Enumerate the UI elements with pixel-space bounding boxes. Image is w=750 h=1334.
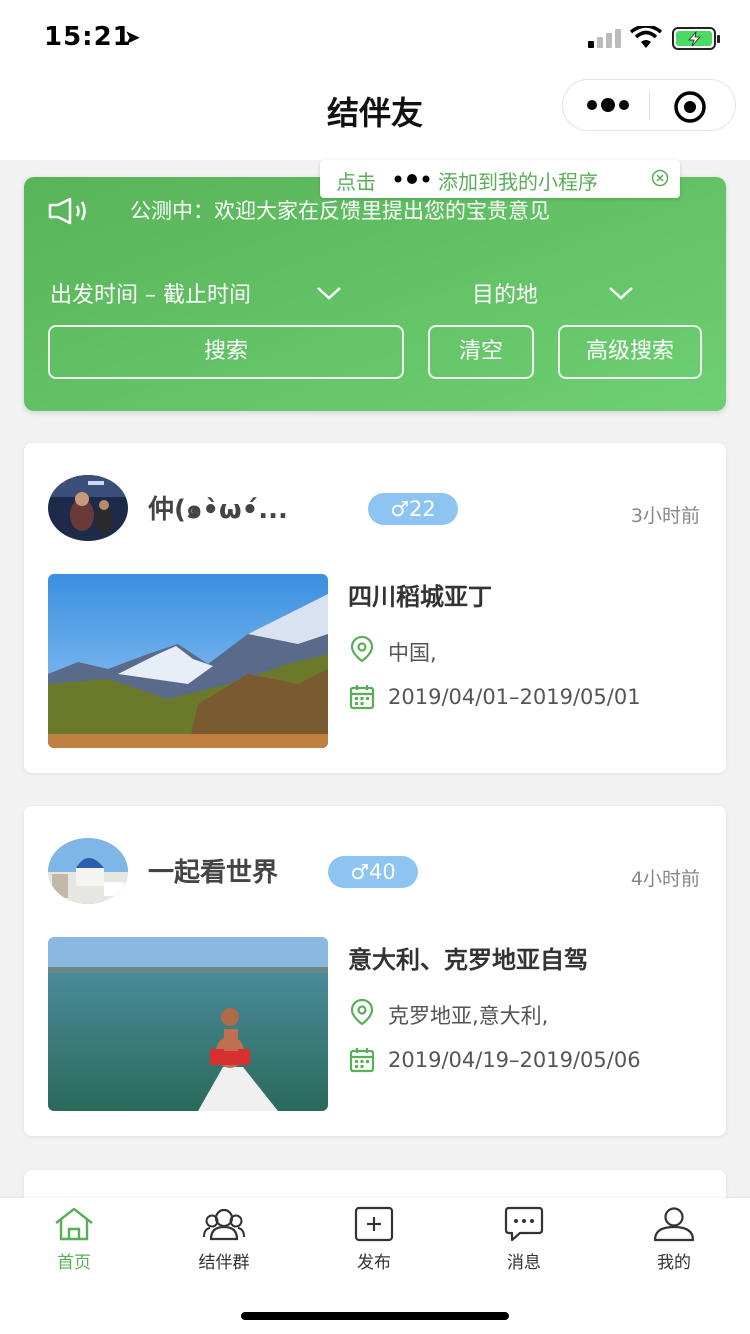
search-panel: 公测中：欢迎大家在反馈里提出您的宝贵意见 出发时间 – 截止时间 目的地 搜索 …	[24, 177, 726, 411]
publish-icon	[354, 1206, 394, 1242]
tab-bar: 首页 结伴群 发布 消息 我的	[0, 1198, 750, 1334]
page: 15:21 ➤ 结伴友 点击 添加到我的小程序 公测中：欢迎大家在反馈里提出您的…	[0, 0, 750, 1334]
tab-label: 发布	[357, 1253, 391, 1273]
trip-location: 克罗地亚,意大利,	[388, 1004, 549, 1028]
notice-text: 公测中：欢迎大家在反馈里提出您的宝贵意见	[130, 199, 550, 223]
nav-bar: 结伴友	[0, 70, 750, 160]
speaker-icon	[48, 197, 86, 225]
location-arrow-icon: ➤	[124, 25, 141, 49]
wifi-icon	[630, 26, 662, 48]
tab-label: 结伴群	[198, 1253, 250, 1273]
avatar[interactable]	[48, 475, 128, 541]
chevron-down-icon	[317, 287, 341, 300]
battery-icon	[672, 27, 720, 50]
advanced-search-button[interactable]: 高级搜索	[558, 325, 702, 379]
clear-button[interactable]: 清空	[428, 325, 534, 379]
trip-dates: 2019/04/01–2019/05/01	[388, 685, 641, 709]
username: 一起看世界	[148, 858, 279, 888]
signal-icon	[588, 29, 621, 48]
tip-suffix: 添加到我的小程序	[438, 170, 598, 194]
close-mini-program-icon[interactable]	[673, 90, 707, 124]
status-bar: 15:21 ➤	[0, 0, 750, 70]
tab-publish[interactable]: 发布	[324, 1206, 424, 1276]
group-icon	[203, 1208, 245, 1241]
message-icon	[504, 1206, 544, 1242]
add-mini-program-tip[interactable]: 点击 添加到我的小程序	[320, 160, 680, 198]
gender-age-badge: ♂40	[328, 856, 418, 888]
destination-filter[interactable]: 目的地	[472, 277, 538, 309]
tab-group[interactable]: 结伴群	[174, 1206, 274, 1276]
capsule-divider	[649, 92, 650, 120]
calendar-icon	[349, 1048, 375, 1073]
trip-image[interactable]	[48, 574, 328, 748]
post-card[interactable]: 仲(๑•̀ω•́... ♂22 3小时前 四川稻城亚丁 中国, 2019/04/…	[24, 443, 726, 773]
trip-title: 四川稻城亚丁	[348, 583, 492, 611]
avatar[interactable]	[48, 838, 128, 904]
location-pin-icon	[350, 635, 374, 663]
tip-prefix: 点击	[336, 170, 376, 194]
tab-messages[interactable]: 消息	[474, 1206, 574, 1276]
post-time: 4小时前	[630, 868, 700, 890]
trip-dates: 2019/04/19–2019/05/06	[388, 1048, 641, 1072]
more-dots-icon	[394, 174, 430, 184]
tab-label: 消息	[507, 1253, 541, 1273]
trip-title: 意大利、克罗地亚自驾	[348, 946, 588, 974]
tab-home[interactable]: 首页	[24, 1206, 124, 1276]
profile-icon	[653, 1207, 695, 1242]
status-time: 15:21	[44, 22, 132, 52]
post-time: 3小时前	[630, 505, 700, 527]
search-button[interactable]: 搜索	[48, 325, 404, 379]
calendar-icon	[349, 685, 375, 710]
gender-age-badge: ♂22	[368, 493, 458, 525]
username: 仲(๑•̀ω•́...	[148, 495, 288, 525]
trip-location: 中国,	[388, 641, 437, 665]
home-indicator[interactable]	[241, 1312, 509, 1320]
location-pin-icon	[350, 998, 374, 1026]
tip-close-icon[interactable]	[651, 169, 669, 187]
tab-label: 首页	[57, 1253, 91, 1273]
more-icon[interactable]	[585, 94, 631, 116]
tab-label: 我的	[657, 1253, 691, 1273]
home-icon	[55, 1207, 93, 1241]
tab-mine[interactable]: 我的	[624, 1206, 724, 1276]
chevron-down-icon[interactable]	[608, 285, 634, 301]
mini-program-capsule	[562, 79, 736, 131]
date-range-filter[interactable]: 出发时间 – 截止时间	[50, 277, 251, 309]
post-card[interactable]: 一起看世界 ♂40 4小时前 意大利、克罗地亚自驾 克罗地亚,意大利, 2019…	[24, 806, 726, 1136]
trip-image[interactable]	[48, 937, 328, 1111]
